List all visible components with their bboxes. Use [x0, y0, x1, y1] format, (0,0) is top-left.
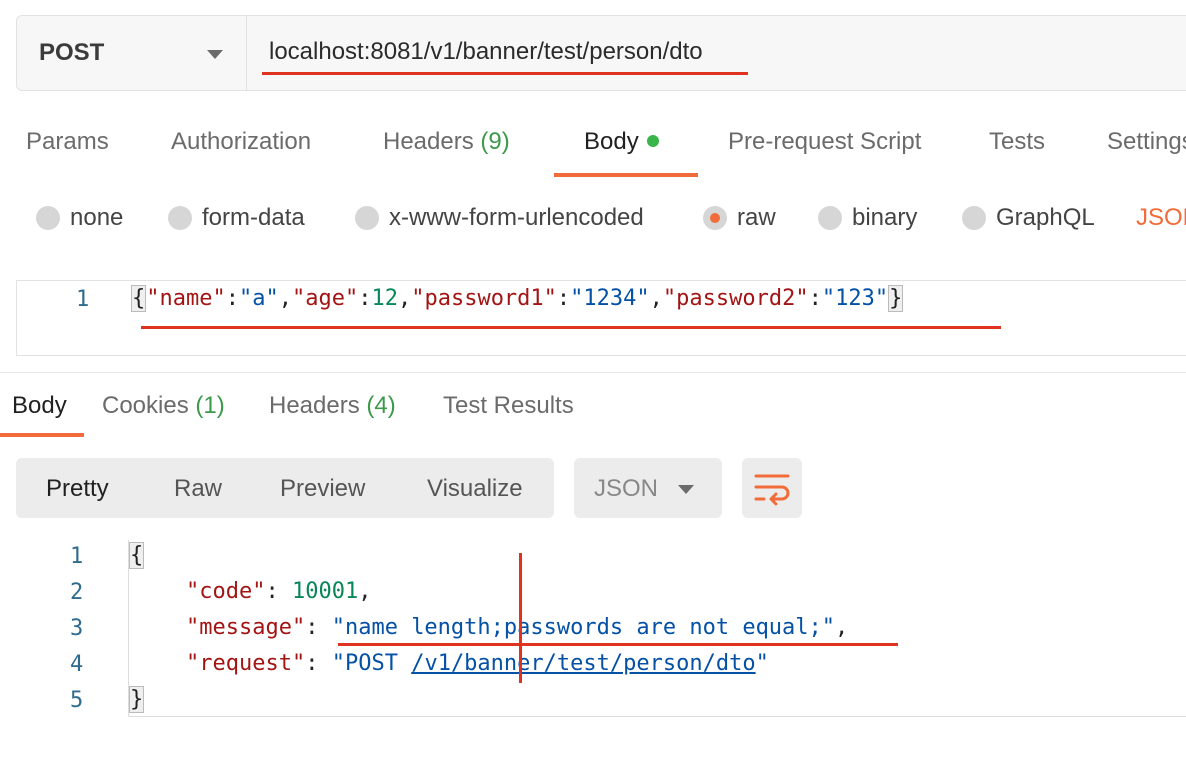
radio-circle-icon [36, 206, 60, 230]
radio-circle-icon [355, 206, 379, 230]
radio-none-label: none [70, 204, 124, 231]
chevron-down-icon [207, 50, 223, 59]
response-headers-count: (4) [366, 392, 396, 419]
close-brace: } [888, 285, 904, 312]
json-key: "password2" [662, 286, 809, 311]
radio-checked-icon [703, 206, 727, 230]
response-close-brace: } [129, 686, 145, 713]
radio-binary[interactable]: binary [818, 204, 917, 232]
radio-urlencoded[interactable]: x-www-form-urlencoded [355, 204, 644, 232]
json-key: "password1" [411, 286, 557, 311]
radio-raw-label: raw [737, 204, 776, 231]
line-number: 5 [70, 688, 84, 713]
response-tab-headers[interactable]: Headers (4) [269, 392, 396, 420]
radio-circle-icon [168, 206, 192, 230]
tab-pre-request-script[interactable]: Pre-request Script [728, 128, 921, 156]
tab-body-label: Body [584, 128, 639, 155]
response-active-tab-underline [0, 433, 84, 437]
tab-params[interactable]: Params [26, 128, 109, 156]
json-number: 10001 [291, 579, 359, 604]
radio-graphql[interactable]: GraphQL [962, 204, 1095, 232]
radio-form-data-label: form-data [202, 204, 305, 231]
json-number: 12 [371, 286, 398, 311]
response-headers-label: Headers [269, 392, 360, 419]
json-key: "message" [186, 615, 306, 640]
tab-headers[interactable]: Headers (9) [383, 128, 510, 156]
body-language-select[interactable]: JSON [1136, 204, 1186, 232]
request-url-bar: POST localhost:8081/v1/banner/test/perso… [16, 15, 1186, 91]
line-number: 3 [70, 616, 84, 641]
annotation-vertical-marker [519, 553, 522, 683]
response-line-code: "code": 10001, [186, 579, 372, 604]
line-number: 1 [70, 544, 84, 569]
json-string: "POST [331, 651, 412, 676]
view-pretty-button[interactable]: Pretty [46, 475, 109, 503]
response-open-brace: { [129, 542, 145, 569]
radio-circle-icon [818, 206, 842, 230]
radio-circle-icon [962, 206, 986, 230]
cookies-label: Cookies [102, 392, 189, 419]
view-raw-button[interactable]: Raw [174, 475, 222, 503]
annotation-underline-url [262, 72, 748, 75]
format-select-label: JSON [594, 475, 659, 502]
line-number: 2 [70, 580, 84, 605]
chevron-down-icon [678, 485, 694, 494]
panel-divider [0, 372, 1186, 373]
response-tab-cookies[interactable]: Cookies (1) [102, 392, 225, 420]
response-line-request: "request": "POST /v1/banner/test/person/… [186, 651, 769, 676]
open-brace: { [129, 542, 145, 569]
response-line-message: "message": "name length;passwords are no… [186, 615, 849, 640]
radio-form-data[interactable]: form-data [168, 204, 305, 232]
json-string: "a" [238, 286, 279, 311]
json-key: "name" [146, 286, 226, 311]
line-number: 4 [70, 652, 84, 677]
json-key: "code" [186, 579, 266, 604]
radio-raw[interactable]: raw [703, 204, 776, 232]
json-string: "123" [821, 286, 889, 311]
method-select[interactable]: POST [17, 16, 247, 90]
view-visualize-button[interactable]: Visualize [427, 475, 523, 503]
method-label: POST [39, 39, 105, 66]
tab-body[interactable]: Body [584, 128, 659, 156]
request-body-code[interactable]: {"name":"a","age":12,"password1":"1234",… [131, 285, 904, 312]
tab-headers-label: Headers [383, 128, 474, 155]
cookies-count: (1) [195, 392, 225, 419]
close-brace: } [129, 686, 145, 713]
radio-urlencoded-label: x-www-form-urlencoded [389, 204, 644, 231]
radio-graphql-label: GraphQL [996, 204, 1095, 231]
annotation-underline-message [338, 643, 898, 646]
json-string: " [755, 651, 769, 676]
line-number: 1 [76, 287, 90, 312]
tab-settings[interactable]: Settings [1107, 128, 1186, 156]
request-path-link[interactable]: /v1/banner/test/person/dto [411, 651, 755, 676]
json-string: "name length;passwords are not equal;" [331, 615, 836, 640]
json-key: "age" [291, 286, 359, 311]
radio-none[interactable]: none [36, 204, 123, 232]
open-brace: { [131, 285, 147, 312]
response-tab-body[interactable]: Body [12, 392, 67, 420]
radio-binary-label: binary [852, 204, 918, 231]
headers-count: (9) [480, 128, 510, 155]
json-key: "request" [186, 651, 306, 676]
wrap-lines-button[interactable] [742, 458, 802, 518]
annotation-underline-body [141, 326, 1001, 329]
view-preview-button[interactable]: Preview [280, 475, 365, 503]
url-input[interactable]: localhost:8081/v1/banner/test/person/dto [269, 38, 703, 66]
response-tab-test-results[interactable]: Test Results [443, 392, 574, 420]
modified-dot-icon [646, 134, 659, 147]
wrap-lines-icon [754, 474, 790, 506]
json-string: "1234" [570, 286, 650, 311]
tab-authorization[interactable]: Authorization [171, 128, 311, 156]
tab-tests[interactable]: Tests [989, 128, 1045, 156]
active-tab-underline [554, 173, 698, 177]
